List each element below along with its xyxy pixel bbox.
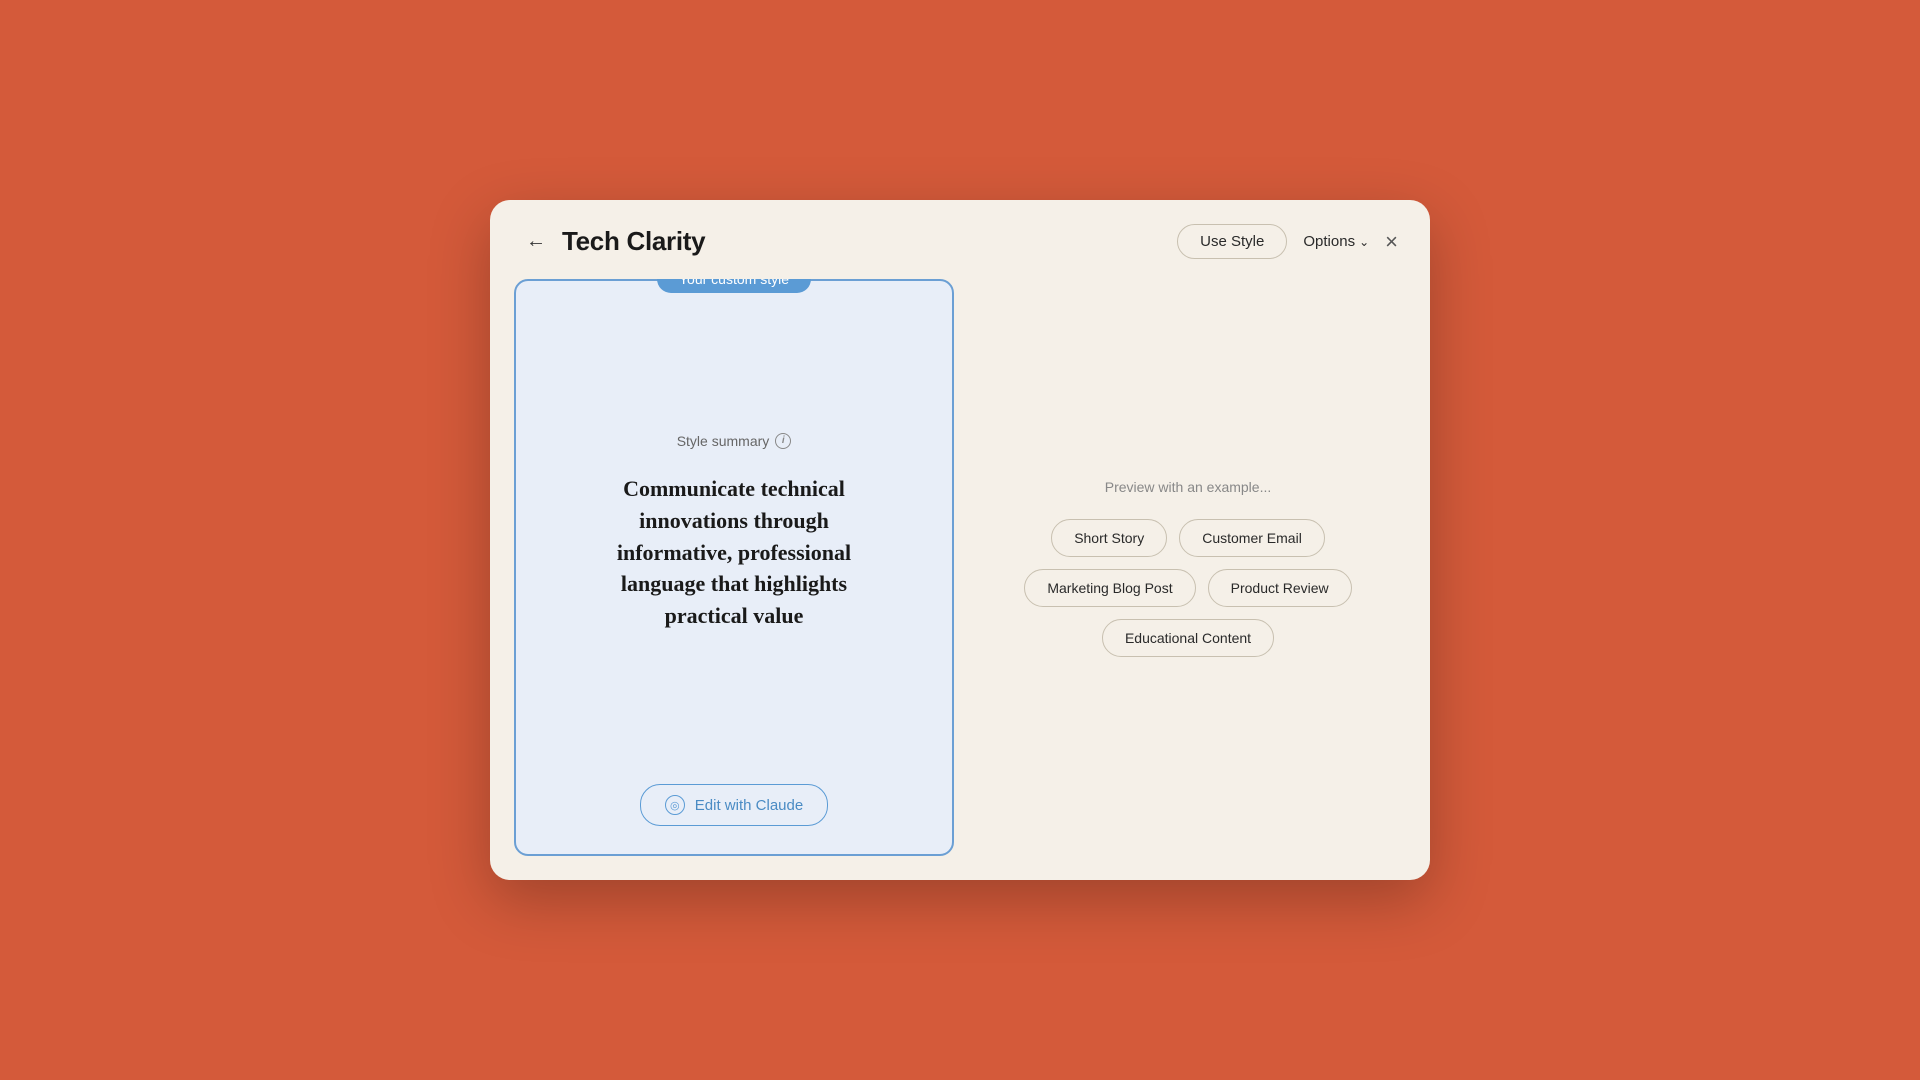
info-icon: i (775, 433, 791, 449)
use-style-button[interactable]: Use Style (1177, 224, 1287, 259)
custom-style-badge: Your custom style (657, 279, 811, 293)
style-summary-section: Style summary i (677, 433, 792, 449)
product-review-button[interactable]: Product Review (1208, 569, 1352, 607)
header-left: ← Tech Clarity (522, 226, 705, 257)
options-button[interactable]: Options ⌄ (1303, 233, 1369, 250)
chevron-down-icon: ⌄ (1359, 235, 1369, 249)
edit-with-claude-button[interactable]: ◎ Edit with Claude (640, 784, 828, 826)
claude-icon: ◎ (665, 795, 685, 815)
short-story-button[interactable]: Short Story (1051, 519, 1167, 557)
modal-title: Tech Clarity (562, 226, 705, 257)
right-panel: Preview with an example... Short Story C… (970, 279, 1406, 856)
educational-content-button[interactable]: Educational Content (1102, 619, 1274, 657)
example-buttons: Short Story Customer Email Marketing Blo… (1002, 519, 1374, 657)
header-right: Use Style Options ⌄ × (1177, 224, 1398, 259)
example-row-2: Marketing Blog Post Product Review (1024, 569, 1351, 607)
modal-body: Your custom style Style summary i Commun… (490, 279, 1430, 880)
back-button[interactable]: ← (522, 226, 550, 257)
customer-email-button[interactable]: Customer Email (1179, 519, 1325, 557)
close-button[interactable]: × (1385, 229, 1398, 255)
left-panel: Your custom style Style summary i Commun… (514, 279, 954, 856)
preview-label: Preview with an example... (1105, 479, 1272, 495)
options-label: Options (1303, 233, 1355, 250)
marketing-blog-post-button[interactable]: Marketing Blog Post (1024, 569, 1195, 607)
example-row-1: Short Story Customer Email (1051, 519, 1325, 557)
example-row-3: Educational Content (1102, 619, 1274, 657)
modal-header: ← Tech Clarity Use Style Options ⌄ × (490, 200, 1430, 279)
style-description: Communicate technical innovations throug… (584, 473, 884, 632)
left-panel-content: Style summary i Communicate technical in… (548, 281, 920, 784)
main-modal: ← Tech Clarity Use Style Options ⌄ × You… (490, 200, 1430, 880)
edit-claude-label: Edit with Claude (695, 797, 803, 814)
style-summary-label: Style summary (677, 433, 770, 449)
